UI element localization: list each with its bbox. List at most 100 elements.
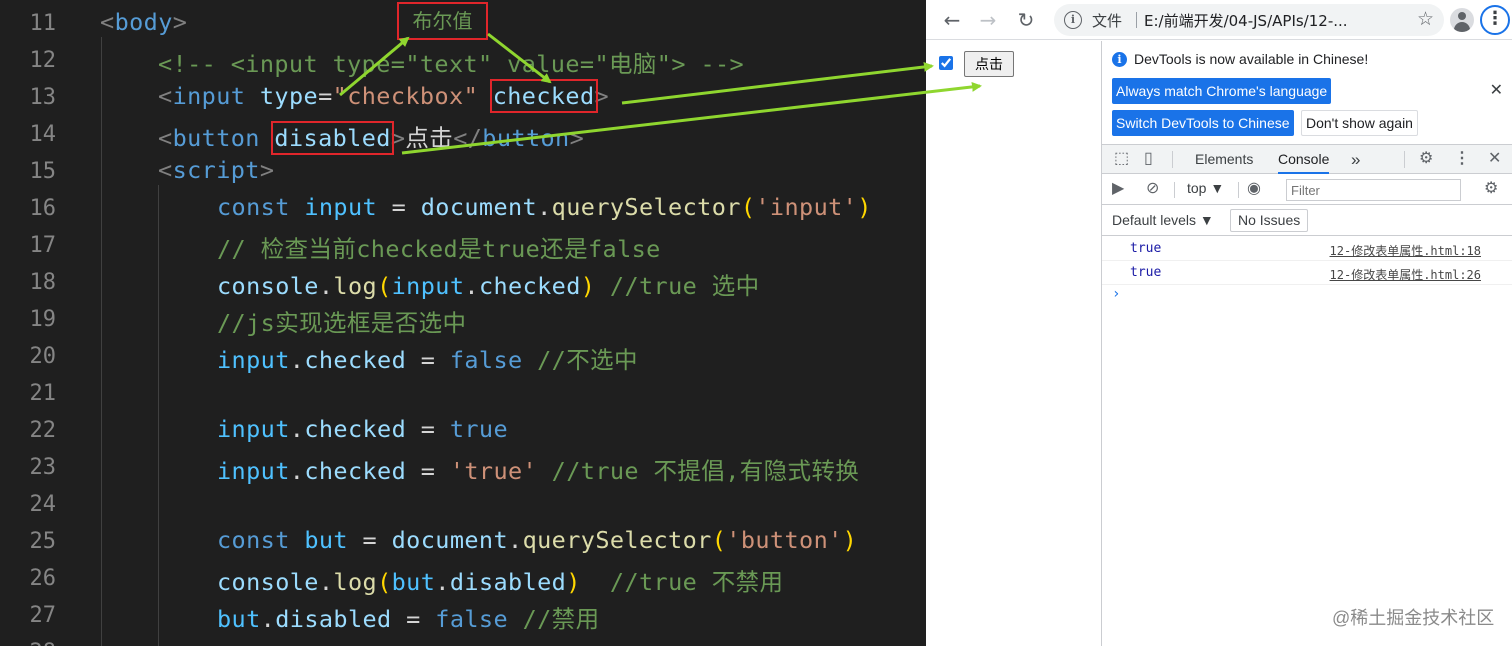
code-line: 14 <button disabled>点击</button> [0,115,926,155]
gear-icon[interactable]: ⚙ [1419,145,1433,173]
device-toolbar-icon[interactable]: ▯ [1144,145,1153,173]
inspect-element-icon[interactable]: ⬚ [1114,145,1129,173]
code-token: input [217,346,290,374]
tab-elements[interactable]: Elements [1195,145,1253,174]
code-token: 'button' [726,526,843,554]
line-number: 11 [29,11,57,36]
code-token: but [391,568,436,596]
page-viewport: 点击 [926,41,1100,646]
dont-show-again-button[interactable]: Don't show again [1301,110,1418,136]
code-token: input [217,457,290,485]
log-source-link[interactable]: 12-修改表单属性.html:26 [1330,266,1481,283]
code-line: 23 input.checked = 'true' //true 不提倡,有隐式转… [0,448,926,485]
code-token: ) [842,526,858,554]
code-token: . [289,415,305,443]
console-prompt[interactable]: › [1112,286,1120,302]
code-token: < [158,82,173,110]
code-token: input [304,193,378,221]
context-selector[interactable]: top ▼ [1187,180,1224,196]
log-levels-dropdown[interactable]: Default levels ▼ [1112,212,1214,228]
console-settings-icon[interactable]: ⚙ [1484,175,1498,203]
code-token: = [406,457,450,485]
code-token: ) [580,272,596,300]
close-devtools-icon[interactable]: ✕ [1488,145,1501,173]
code-token: disabled [275,605,392,633]
code-token: . [435,568,450,596]
switch-chinese-button[interactable]: Switch DevTools to Chinese [1112,110,1294,136]
url-text[interactable]: E:/前端开发/04-JS/APIs/12-... [1144,10,1348,31]
log-value: true [1130,265,1162,280]
code-token: document [391,526,509,554]
code-token: ( [711,526,727,554]
forward-arrow-icon[interactable]: → [974,6,1002,34]
reload-icon[interactable]: ↻ [1012,6,1040,34]
address-bar[interactable]: i 文件 E:/前端开发/04-JS/APIs/12-... ☆ [1054,4,1444,36]
code-token: </ [453,124,483,152]
code-line: 20 input.checked = false //不选中 [0,337,926,374]
info-icon[interactable]: i [1064,11,1082,29]
demo-checkbox[interactable] [939,56,953,70]
line-number: 24 [29,492,57,517]
more-tabs-icon[interactable]: » [1351,145,1360,174]
line-number: 12 [29,48,57,73]
more-options-icon[interactable]: ⋮ [1454,145,1470,173]
code-token: <!-- <input type="text" value="电脑"> --> [158,50,745,78]
sidebar-toggle-icon[interactable]: ▶ [1112,175,1124,203]
close-icon[interactable]: ✕ [1490,80,1503,100]
tab-console[interactable]: Console [1278,145,1330,174]
code-token: = [347,526,392,554]
demo-button[interactable]: 点击 [964,51,1014,77]
line-number: 13 [29,85,57,110]
code-token: ( [740,193,756,221]
code-line: 17 // 检查当前checked是true还是false [0,226,926,263]
code-token: //true 选中 [609,272,760,300]
code-token: but [217,605,261,633]
clear-console-icon[interactable]: ⊘ [1146,175,1159,203]
code-editor[interactable]: 11 <body> 12 <!-- <input type="text" value=… [0,0,926,646]
code-text: <body> [100,8,187,36]
code-token: . [508,526,523,554]
toolbar-separator [1238,182,1239,198]
eye-icon[interactable]: ◉ [1247,175,1261,203]
filter-input[interactable] [1286,179,1461,201]
back-arrow-icon[interactable]: ← [938,6,966,34]
log-source-link[interactable]: 12-修改表单属性.html:18 [1330,242,1481,259]
code-text: input.checked = false //不选中 [217,341,638,375]
code-token: checked [304,346,407,374]
levels-toolbar: Default levels ▼ No Issues [1102,206,1512,236]
code-token: . [289,457,305,485]
code-token: const [217,526,290,554]
code-token: < [158,156,173,184]
code-token: 点击 [405,124,454,152]
bookmark-star-icon[interactable]: ☆ [1417,8,1434,30]
code-token: //不选中 [537,346,638,374]
line-number: 27 [29,603,57,628]
issues-button[interactable]: No Issues [1230,209,1309,232]
code-line: 28 [0,633,926,646]
code-token: . [318,272,334,300]
code-text: <input type="checkbox" checked> [158,79,609,113]
line-number: 21 [29,381,57,406]
code-line: 19 //js实现选框是否选中 [0,300,926,337]
code-token: document [420,193,538,221]
code-token: "checkbox" [332,82,479,110]
line-number: 23 [29,455,57,480]
info-filled-icon: i [1112,52,1127,67]
line-number: 22 [29,418,57,443]
code-line: 16 const input = document.querySelector('… [0,189,926,226]
match-language-button[interactable]: Always match Chrome's language [1112,78,1332,104]
code-token: button [172,124,260,152]
kebab-menu-icon[interactable]: ⋮ [1480,5,1510,35]
line-number: 14 [29,122,57,147]
line-number: 16 [29,196,57,221]
code-token: false [435,605,509,633]
browser-toolbar: ← → ↻ i 文件 E:/前端开发/04-JS/APIs/12-... ☆ ⋮ [926,0,1512,40]
profile-avatar-icon[interactable] [1450,8,1474,32]
code-text: <script> [158,156,274,184]
code-line: 15 <script> [0,152,926,189]
